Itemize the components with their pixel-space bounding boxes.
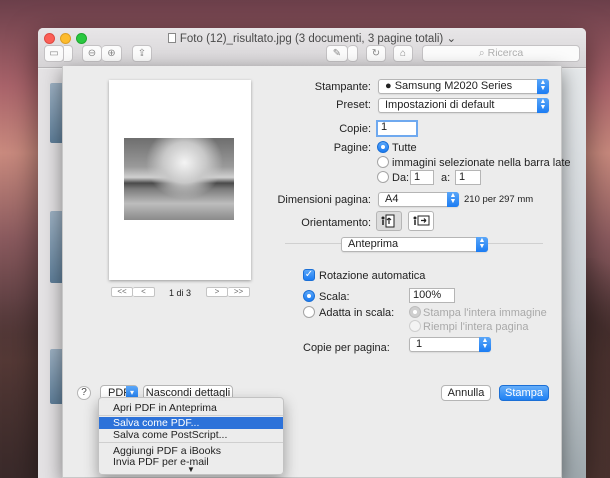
zoom-out-icon[interactable]: ⊖ [82,45,102,62]
pages-range-radio[interactable] [377,171,389,183]
first-page-button[interactable]: << [111,287,133,297]
scroll-down-arrow-icon[interactable]: ▼ [99,464,283,476]
print-button[interactable]: Stampa [499,385,549,401]
printer-icon: ● [385,80,395,92]
menu-item-save-as-postscript[interactable]: Salva come PostScript... [99,429,283,441]
print-section-select[interactable]: Anteprima ▲ ▼ [341,237,488,252]
copies-label: Copie: [339,123,371,135]
copies-per-page-select[interactable]: 1 ▲ ▼ [409,337,491,352]
window-title-text: Foto (12)_risultato.jpg (3 documenti, 3 … [179,33,444,45]
page-indicator: 1 di 3 [169,288,192,298]
fill-page-radio[interactable] [409,320,421,332]
help-button[interactable]: ? [77,386,91,400]
toolbox-icon[interactable]: ⌂ [393,45,413,62]
fit-whole-image-label: Stampa l'intera immagine [423,307,547,319]
menu-item-save-as-pdf[interactable]: Salva come PDF... [99,417,283,429]
chevron-updown-icon: ▲ ▼ [479,337,491,352]
pages-label: Pagine: [333,142,371,154]
print-preview-page [109,80,251,280]
menu-separator [99,415,283,416]
pages-all-radio[interactable] [377,141,389,153]
window-title: Foto (12)_risultato.jpg (3 documenti, 3 … [38,31,586,45]
copies-per-page-label: Copie per pagina: [303,342,390,354]
previous-page-button[interactable]: < [133,287,155,297]
pages-from-label: Da: [392,172,410,184]
preview-image [124,138,234,220]
pages-to-input[interactable]: 1 [455,170,481,185]
printer-label: Stampante: [314,81,371,93]
preset-select[interactable]: Impostazioni di default ▲ ▼ [378,98,549,113]
fit-scale-label: Adatta in scala: [319,307,395,319]
markup-pen-icon[interactable]: ✎ [326,45,348,62]
share-icon[interactable]: ⇪ [132,45,152,62]
pages-to-label: a: [441,172,451,184]
printer-select[interactable]: ● Samsung M2020 Series ▲ ▼ [378,79,549,94]
pages-selected-label: immagini selezionate nella barra late [392,157,571,169]
chevron-updown-icon: ▲ ▼ [476,237,488,252]
fill-page-label: Riempi l'intera pagina [423,321,529,333]
search-input[interactable]: ⌕ Ricerca [422,45,580,62]
auto-rotate-checkbox[interactable]: ✓ [303,269,315,281]
menu-separator [99,442,283,443]
scale-label: Scala: [319,291,350,303]
rotate-icon[interactable]: ↻ [366,45,386,62]
preset-value: Impostazioni di default [385,99,495,111]
copies-per-page-value: 1 [416,338,423,350]
sidebar-toggle-icon[interactable]: ▭ [44,45,64,62]
sidebar-dropdown-icon[interactable] [64,45,73,62]
pages-all-label: Tutte [392,142,417,154]
portrait-orientation-icon[interactable] [376,211,402,231]
zoom-in-icon[interactable]: ⊕ [102,45,122,62]
paper-size-value: A4 [385,193,399,205]
chevron-updown-icon: ▲ ▼ [537,98,549,113]
cancel-button[interactable]: Annulla [441,385,491,401]
document-icon [167,33,176,43]
pdf-dropdown-menu: Apri PDF in Anteprima Salva come PDF... … [98,397,284,475]
next-page-button[interactable]: > [206,287,228,297]
window-titlebar: Foto (12)_risultato.jpg (3 documenti, 3 … [38,28,586,68]
title-chevron-icon[interactable]: ⌄ [446,33,456,45]
markup-dropdown-icon[interactable] [348,45,358,62]
thumbnail-sidebar [38,69,64,478]
print-section-value: Anteprima [348,238,399,250]
printer-value: Samsung M2020 Series [394,80,513,92]
pages-selected-radio[interactable] [377,156,389,168]
last-page-button[interactable]: >> [228,287,250,297]
preset-label: Preset: [336,99,371,111]
search-icon: ⌕ [478,47,488,59]
paper-size-description: 210 per 297 mm [464,194,534,205]
paper-size-label: Dimensioni pagina: [277,194,371,206]
fit-scale-radio[interactable] [303,306,315,318]
pages-from-input[interactable]: 1 [410,170,434,185]
scale-input[interactable]: 100% [409,288,455,303]
copies-input[interactable]: 1 [376,120,418,137]
landscape-orientation-icon[interactable] [408,211,434,231]
menu-item-open-in-preview[interactable]: Apri PDF in Anteprima [99,402,283,414]
orientation-label: Orientamento: [301,217,371,229]
scale-radio[interactable] [303,290,315,302]
chevron-updown-icon: ▲ ▼ [447,192,459,207]
auto-rotate-label: Rotazione automatica [319,270,426,282]
fit-whole-image-radio[interactable] [409,306,421,318]
paper-size-select[interactable]: A4 ▲ ▼ [378,192,459,207]
search-placeholder: Ricerca [487,47,524,59]
chevron-updown-icon: ▲ ▼ [537,79,549,94]
image-viewer-area [561,69,586,478]
